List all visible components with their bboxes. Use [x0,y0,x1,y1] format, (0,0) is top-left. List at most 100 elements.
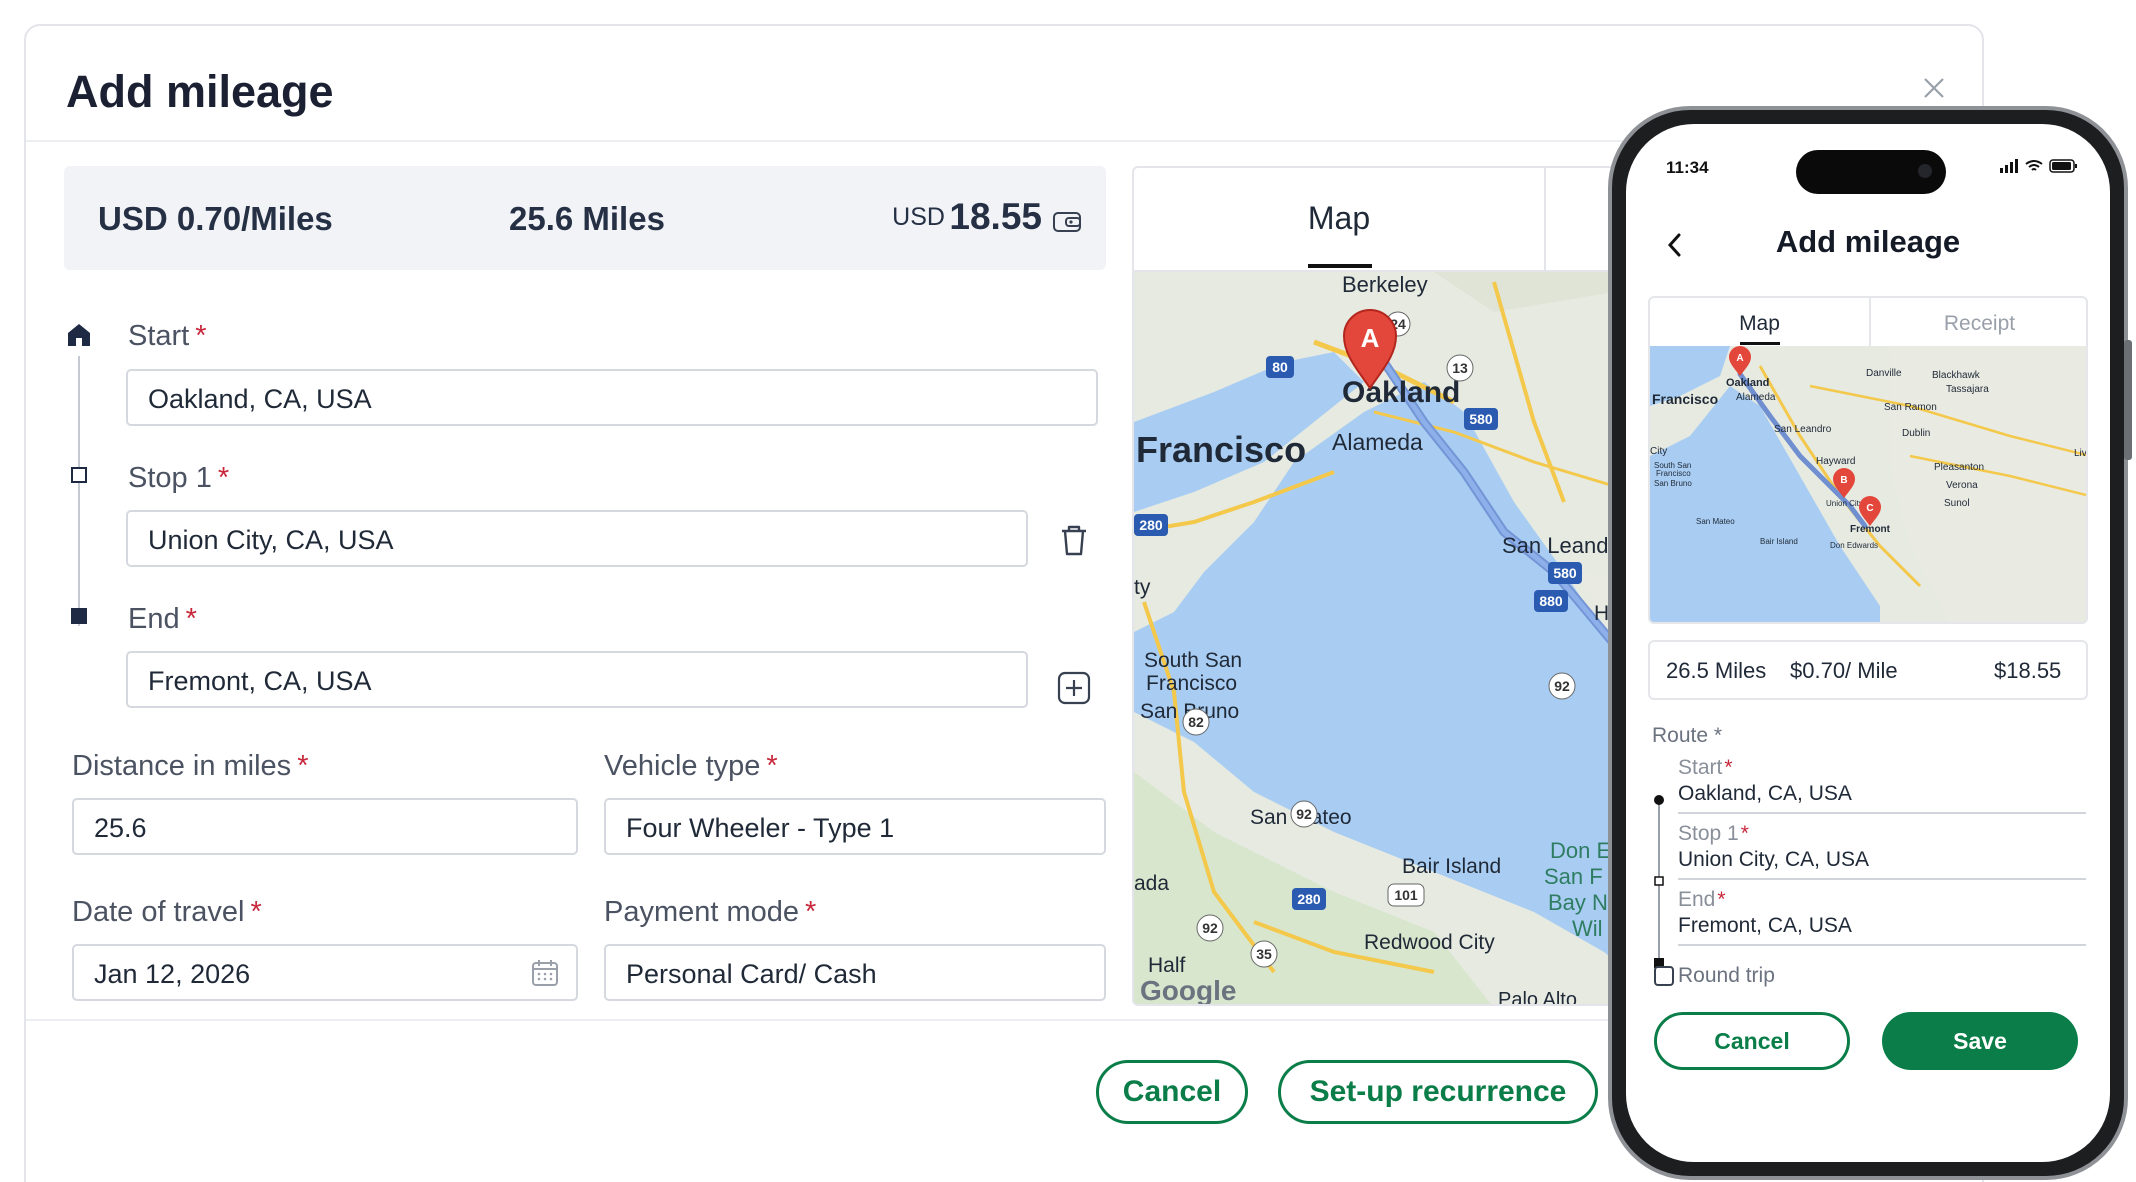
phone-tab-map[interactable]: Map [1650,298,1869,346]
start-label: Start * [128,320,207,352]
svg-text:92: 92 [1554,678,1570,694]
date-input[interactable]: Jan 12, 2026 [72,944,578,1001]
end-square-icon [71,608,87,624]
map-place-wil: Wil [1572,916,1603,941]
add-stop-icon[interactable] [1056,670,1092,706]
phone-tab-indicator [1740,342,1780,345]
highway-shield: 80 [1266,356,1294,378]
summary-rate: USD 0.70/Miles [98,200,333,237]
phone-start-value[interactable]: Oakland, CA, USA [1678,782,1852,806]
mileage-summary: USD 0.70/Miles 25.6 Miles USD 18.55 [64,166,1106,270]
phone-cancel-button[interactable]: Cancel [1654,1012,1850,1070]
route-connector [78,356,80,626]
phone-map-place-san-bruno: San Bruno [1654,479,1692,488]
wifi-icon [2025,160,2043,171]
setup-recurrence-button[interactable]: Set-up recurrence [1278,1060,1598,1124]
vehicle-select[interactable]: Four Wheeler - Type 1 [604,798,1106,855]
map-place-bay-n: Bay N [1548,890,1608,915]
map-place-half: Half [1148,954,1186,977]
payment-select[interactable]: Personal Card/ Cash [604,944,1106,1001]
summary-miles: 25.6 Miles [509,200,665,237]
highway-shield: 92 [1196,914,1224,942]
phone-map-place-south-francisco: Francisco [1656,469,1691,478]
svg-text:880: 880 [1539,593,1563,609]
map-place-south-francisco: Francisco [1146,672,1237,695]
start-input[interactable]: Oakland, CA, USA [126,369,1098,426]
phone-summary-amount: $18.55 [1994,658,2062,683]
svg-text:B: B [1840,475,1847,486]
phone-title: Add mileage [1775,224,1961,259]
map-place-san-f: San F [1544,864,1603,889]
round-trip-checkbox[interactable] [1654,966,1674,986]
phone-end-value[interactable]: Fremont, CA, USA [1678,914,1852,938]
highway-shield: 35 [1250,940,1278,968]
phone-save-button[interactable]: Save [1882,1012,2078,1070]
phone-stop1-value[interactable]: Union City, CA, USA [1678,848,1869,872]
end-input[interactable]: Fremont, CA, USA [126,651,1028,708]
phone-end-underline [1678,944,2086,946]
dynamic-island [1796,150,1946,194]
phone-map-place-danville: Danville [1866,368,1902,379]
svg-text:580: 580 [1553,565,1577,581]
phone-side-button [2124,340,2132,460]
stop1-input[interactable]: Union City, CA, USA [126,510,1028,567]
date-label: Date of travel * [72,896,262,928]
summary-currency: USD [892,203,945,231]
map-place-redwood-city: Redwood City [1364,931,1495,954]
highway-shield: 92 [1548,672,1576,700]
phone-map-place-union-city: Union City [1826,499,1863,508]
svg-text:580: 580 [1469,411,1493,427]
distance-input[interactable]: 25.6 [72,798,578,855]
vehicle-label: Vehicle type * [604,750,778,782]
phone-map-place-pleasanton: Pleasanton [1934,462,1984,473]
signal-icon [2000,159,2018,173]
status-time: 11:34 [1666,158,1709,177]
summary-amount: 18.55 [949,196,1042,237]
phone-map-place-blackhawk: Blackhawk [1932,370,1981,381]
camera-icon [1918,164,1932,178]
payment-label: Payment mode * [604,896,817,928]
phone-map-place-hayward: Hayward [1816,456,1855,467]
home-icon [68,324,90,346]
highway-shield: 280 [1292,888,1326,910]
map-place-palo-alto: Palo Alto [1498,989,1577,1006]
trash-icon[interactable] [1056,522,1092,558]
tab-active-indicator [1308,264,1372,268]
svg-text:A: A [1736,353,1743,364]
phone-route-label: Route * [1652,724,1723,747]
map-place-bair-island: Bair Island [1402,855,1501,878]
round-trip-label: Round trip [1678,964,1775,987]
phone-tab-receipt[interactable]: Receipt [1869,298,2086,346]
highway-shield: 880 [1534,590,1568,612]
map-place-francisco: Francisco [1136,429,1306,470]
svg-text:35: 35 [1256,946,1272,962]
phone-map-place-francisco: Francisco [1652,391,1718,407]
highway-shield: 13 [1446,354,1474,382]
phone-map-place-sunol: Sunol [1944,498,1970,509]
highway-shield: 82 [1182,708,1210,736]
status-icons [2000,159,2077,173]
tab-map-label: Map [1307,200,1371,236]
phone-map-place-live: Live [2074,448,2088,459]
map-place-ty: ty [1134,576,1151,599]
phone-map-place-san-leandro: San Leandro [1774,424,1832,435]
calendar-icon[interactable] [530,958,560,988]
phone-map-place-tassajara: Tassajara [1946,384,1989,395]
map-place-oakland: Oakland [1342,376,1460,409]
cancel-button[interactable]: Cancel [1096,1060,1248,1124]
phone-screen: 11:34 Add mileage Map Receipt Oakland Fr… [1626,124,2110,1162]
tab-map[interactable]: Map [1134,168,1546,270]
phone-map-place-san-mateo: San Mateo [1696,517,1735,526]
svg-text:80: 80 [1272,359,1288,375]
phone-route-map[interactable]: Oakland Francisco Alameda Danville Black… [1650,346,2088,624]
stop1-label: Stop 1 * [128,462,230,494]
summary-total: USD 18.55 [892,196,1042,238]
phone-map-place-verona: Verona [1946,480,1978,491]
close-icon[interactable] [1914,68,1954,108]
phone-summary-rate: $0.70/ Mile [1790,658,1898,683]
svg-text:92: 92 [1202,920,1218,936]
svg-text:101: 101 [1394,887,1418,903]
phone-map-place-alameda: Alameda [1736,392,1776,403]
phone-map-place-dublin: Dublin [1902,428,1930,439]
battery-icon [2049,159,2077,173]
